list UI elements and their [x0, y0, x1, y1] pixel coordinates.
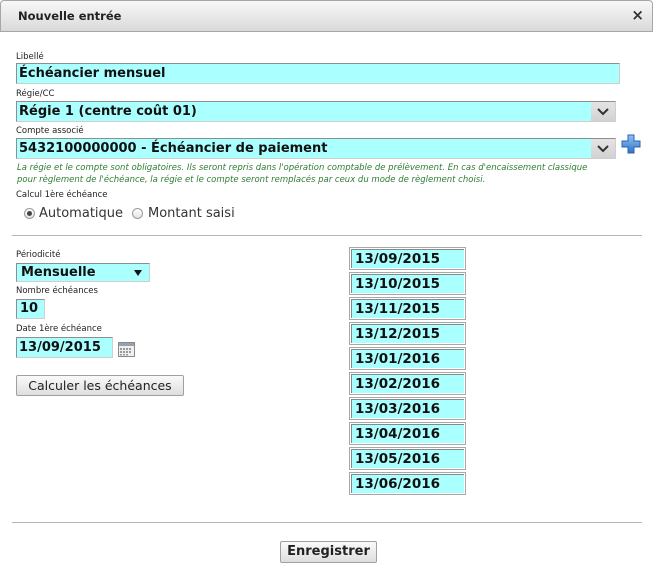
echeances-list: 13/09/2015 13/10/2015 13/11/2015 13/12/2…	[349, 247, 466, 497]
echeance-date-input[interactable]: 13/10/2015	[351, 274, 464, 293]
periodicite-select-value: Mensuelle	[21, 265, 96, 280]
regie-select[interactable]: Régie 1 (centre coût 01)	[16, 101, 616, 122]
regie-select-value: Régie 1 (centre coût 01)	[19, 104, 197, 119]
libelle-input[interactable]: Échéancier mensuel	[16, 63, 620, 84]
compte-dropdown-button[interactable]	[591, 139, 615, 158]
divider	[12, 522, 642, 523]
save-button[interactable]: Enregistrer	[280, 541, 377, 563]
echeance-date-input[interactable]: 13/11/2015	[351, 299, 464, 318]
chevron-down-icon	[597, 144, 609, 152]
regie-dropdown-button[interactable]	[591, 102, 615, 121]
note-line: pour règlement de l'échéance, la régie e…	[17, 175, 486, 185]
radio-montant-saisi-label[interactable]: Montant saisi	[148, 206, 235, 222]
compte-select[interactable]: 5432100000000 - Échéancier de paiement	[16, 138, 616, 159]
libelle-label: Libellé	[16, 52, 44, 62]
echeance-row: 13/09/2015	[349, 247, 466, 270]
echeance-row: 13/06/2016	[349, 472, 466, 495]
divider	[12, 235, 642, 236]
echeance-date-input[interactable]: 13/02/2016	[351, 374, 464, 393]
regie-label: Régie/CC	[16, 89, 55, 99]
compte-select-value: 5432100000000 - Échéancier de paiement	[19, 141, 328, 156]
triangle-down-icon	[134, 270, 142, 276]
calculer-echeances-button[interactable]: Calculer les échéances	[16, 375, 184, 396]
echeance-row: 13/11/2015	[349, 297, 466, 320]
compte-label: Compte associé	[16, 126, 84, 136]
echeance-row: 13/04/2016	[349, 422, 466, 445]
echeance-date-input[interactable]: 13/12/2015	[351, 324, 464, 343]
nombre-echeances-label: Nombre échéances	[16, 286, 98, 296]
echeance-date-input[interactable]: 13/01/2016	[351, 349, 464, 368]
note-line: La régie et le compte sont obligatoires.…	[17, 163, 588, 173]
echeance-row: 13/05/2016	[349, 447, 466, 470]
echeance-row: 13/12/2015	[349, 322, 466, 345]
echeance-date-input[interactable]: 13/09/2015	[351, 249, 464, 268]
calcul-label: Calcul 1ère échéance	[16, 190, 108, 200]
chevron-down-icon	[597, 107, 609, 115]
echeance-date-input[interactable]: 13/05/2016	[351, 449, 464, 468]
date-premiere-input[interactable]: 13/09/2015	[16, 337, 113, 358]
plus-icon[interactable]	[621, 134, 641, 154]
echeance-row: 13/01/2016	[349, 347, 466, 370]
echeance-row: 13/02/2016	[349, 372, 466, 395]
periodicite-label: Périodicité	[16, 250, 61, 260]
radio-automatique[interactable]	[24, 208, 35, 219]
dialog-titlebar[interactable]: Nouvelle entrée ×	[0, 0, 653, 32]
radio-montant-saisi[interactable]	[132, 208, 143, 219]
echeance-date-input[interactable]: 13/03/2016	[351, 399, 464, 418]
close-icon[interactable]: ×	[631, 7, 644, 23]
echeance-date-input[interactable]: 13/04/2016	[351, 424, 464, 443]
date-premiere-label: Date 1ère échéance	[16, 324, 102, 334]
radio-automatique-label[interactable]: Automatique	[39, 206, 123, 222]
periodicite-select[interactable]: Mensuelle	[16, 263, 150, 282]
echeance-row: 13/10/2015	[349, 272, 466, 295]
echeance-date-input[interactable]: 13/06/2016	[351, 474, 464, 493]
dialog-title: Nouvelle entrée	[18, 9, 122, 23]
echeance-row: 13/03/2016	[349, 397, 466, 420]
calendar-icon[interactable]	[118, 342, 135, 357]
nombre-echeances-input[interactable]: 10	[16, 299, 45, 319]
